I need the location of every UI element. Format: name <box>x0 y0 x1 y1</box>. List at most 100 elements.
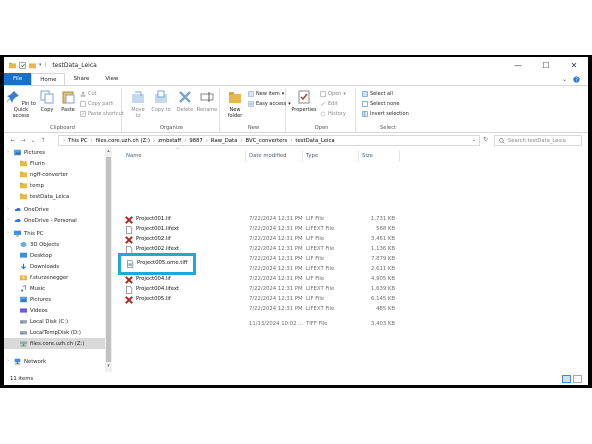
scroll-down-arrow[interactable]: ▾ <box>105 363 112 369</box>
file-row[interactable]: Project004.lifext 7/22/2024 12:31 PM LIFEX… <box>118 285 398 295</box>
file-row[interactable]: Project004.lif 7/22/2024 12:31 PM LIF File… <box>118 275 398 285</box>
nav-item[interactable]: LocalTempDisk (D:) <box>4 327 81 338</box>
refresh-button[interactable]: ↻ <box>483 136 488 143</box>
minimize-button[interactable]: — <box>504 57 532 73</box>
chevron-down-icon[interactable]: ⌄ <box>562 76 567 83</box>
scroll-up-arrow[interactable]: ▴ <box>105 148 112 154</box>
close-button[interactable]: ✕ <box>560 57 588 73</box>
select-none-button[interactable]: Select none <box>362 101 400 107</box>
search-input[interactable]: Search testData_Leica <box>494 135 582 146</box>
nav-item[interactable]: Network <box>4 356 46 367</box>
recent-locations-button[interactable]: ⌄ <box>28 137 38 144</box>
tab-view[interactable]: View <box>97 73 126 85</box>
chevron-right-icon[interactable]: › <box>7 358 9 364</box>
help-icon[interactable]: ? <box>573 75 580 83</box>
column-divider[interactable] <box>302 150 303 162</box>
invert-selection-button[interactable]: Invert selection <box>362 111 409 117</box>
properties-button[interactable]: Properties <box>291 90 317 113</box>
nav-item[interactable]: Music <box>4 283 45 294</box>
quick-access-dropdown[interactable]: ▾ <box>39 62 42 68</box>
chevron-right-icon[interactable]: › <box>7 217 9 223</box>
nav-item[interactable]: Videos <box>4 305 48 316</box>
new-folder-button[interactable]: New folder <box>225 90 245 119</box>
rename-button[interactable]: Rename <box>196 90 218 113</box>
scroll-thumb[interactable] <box>106 157 111 362</box>
easy-access-button[interactable]: Easy access ▾ <box>248 101 291 107</box>
new-item-button[interactable]: New item ▾ <box>248 91 284 97</box>
nav-item[interactable]: f.sturzenegger <box>4 272 68 283</box>
address-bar[interactable]: › This PC › files.core.uzh.ch (Z:) › zmbstaf… <box>58 135 480 146</box>
column-divider[interactable] <box>245 150 246 162</box>
chevron-right-icon[interactable]: › <box>206 138 208 144</box>
cut-button[interactable]: Cut <box>80 91 97 97</box>
file-row[interactable]: Project002.lif 7/22/2024 12:31 PM LIF File… <box>118 235 398 245</box>
breadcrumb-item[interactable]: zmbstaff <box>158 138 181 144</box>
maximize-button[interactable]: ☐ <box>532 57 560 73</box>
column-divider[interactable] <box>358 150 359 162</box>
back-button[interactable]: ← <box>8 137 18 144</box>
column-header-date[interactable]: Date modified <box>249 151 287 161</box>
nav-item[interactable]: temp <box>4 180 44 191</box>
breadcrumb-item[interactable]: files.core.uzh.ch (Z:) <box>96 138 150 144</box>
chevron-right-icon[interactable]: › <box>290 138 292 144</box>
nav-item[interactable]: testData_Leica <box>4 191 69 202</box>
breadcrumb-item[interactable]: 9887 <box>189 138 202 144</box>
nav-item[interactable]: Local Disk (C:) <box>4 316 68 327</box>
copy-button[interactable]: Copy <box>38 90 56 113</box>
delete-button[interactable]: Delete <box>176 90 194 113</box>
nav-item[interactable]: files.core.uzh.ch (Z:) <box>4 338 105 349</box>
nav-item[interactable]: Desktop <box>4 250 52 261</box>
column-divider[interactable] <box>399 150 400 162</box>
pin-quick-access-button[interactable]: Pin to Quick access <box>6 90 36 119</box>
copy-to-button[interactable]: Copy to <box>151 90 171 113</box>
tab-file[interactable]: File <box>4 73 32 85</box>
file-row[interactable]: 7/22/2024 12:31 PM LIFEXT File 485 KB <box>118 305 398 315</box>
tab-home[interactable]: Home <box>31 73 66 85</box>
breadcrumb-item[interactable]: BVC_converters <box>246 138 288 144</box>
breadcrumb-item[interactable]: Raw_Data <box>211 138 237 144</box>
chevron-right-icon[interactable]: › <box>7 230 9 236</box>
file-row[interactable]: Project005.ome.tiff11/13/2024 10:02 ...T… <box>118 320 398 330</box>
highlighted-file[interactable]: Project005.ome.tiff <box>118 253 196 275</box>
nav-item[interactable]: OneDrive <box>4 204 49 215</box>
large-icons-view-button[interactable] <box>573 375 582 383</box>
nav-item[interactable]: Pictures <box>4 294 51 305</box>
address-dropdown-button[interactable]: ⌄ <box>472 137 476 143</box>
paste-button[interactable]: Paste <box>58 90 78 113</box>
nav-item[interactable]: ngff-converter <box>4 169 68 180</box>
breadcrumb-item[interactable]: This PC <box>68 138 87 144</box>
copy-path-button[interactable]: Copy path <box>80 101 114 107</box>
nav-item[interactable]: Pictures <box>4 147 45 158</box>
column-header-name[interactable]: Name <box>126 151 142 161</box>
new-folder-icon[interactable] <box>29 62 36 69</box>
file-row[interactable]: Project005.lif 7/22/2024 12:31 PM LIF File… <box>118 295 398 305</box>
nav-item[interactable]: This PC <box>4 228 43 239</box>
breadcrumb-item[interactable]: testData_Leica <box>295 138 334 144</box>
file-row[interactable]: Project001.lifext 7/22/2024 12:31 PM LIFEX… <box>118 225 398 235</box>
move-to-button[interactable]: Move to <box>128 90 148 119</box>
chevron-right-icon[interactable]: › <box>91 138 93 144</box>
open-button[interactable]: Open ▾ <box>320 91 346 97</box>
file-row[interactable]: Project001.lif 7/22/2024 12:31 PM LIF File… <box>118 215 398 225</box>
column-header-size[interactable]: Size <box>362 151 373 161</box>
chevron-right-icon[interactable]: › <box>153 138 155 144</box>
chevron-right-icon[interactable]: › <box>184 138 186 144</box>
forward-button[interactable]: → <box>18 137 28 144</box>
nav-item[interactable]: Flurin <box>4 158 45 169</box>
up-button[interactable]: ↑ <box>38 137 48 144</box>
chevron-right-icon[interactable]: › <box>7 149 9 155</box>
nav-scrollbar[interactable]: ▴ ▾ <box>105 147 112 372</box>
nav-item[interactable]: OneDrive - Personal <box>4 215 77 226</box>
edit-button[interactable]: Edit <box>320 101 338 107</box>
details-view-button[interactable] <box>562 375 571 383</box>
chevron-right-icon[interactable]: › <box>240 138 242 144</box>
paste-shortcut-button[interactable]: Paste shortcut <box>80 111 124 117</box>
nav-item[interactable]: Downloads <box>4 261 59 272</box>
history-button[interactable]: History <box>320 111 346 117</box>
properties-icon[interactable] <box>19 61 26 69</box>
column-header-type[interactable]: Type <box>306 151 318 161</box>
select-all-button[interactable]: Select all <box>362 91 393 97</box>
tab-share[interactable]: Share <box>65 73 97 85</box>
nav-item[interactable]: 3D Objects <box>4 239 59 250</box>
chevron-right-icon[interactable]: › <box>7 206 9 212</box>
